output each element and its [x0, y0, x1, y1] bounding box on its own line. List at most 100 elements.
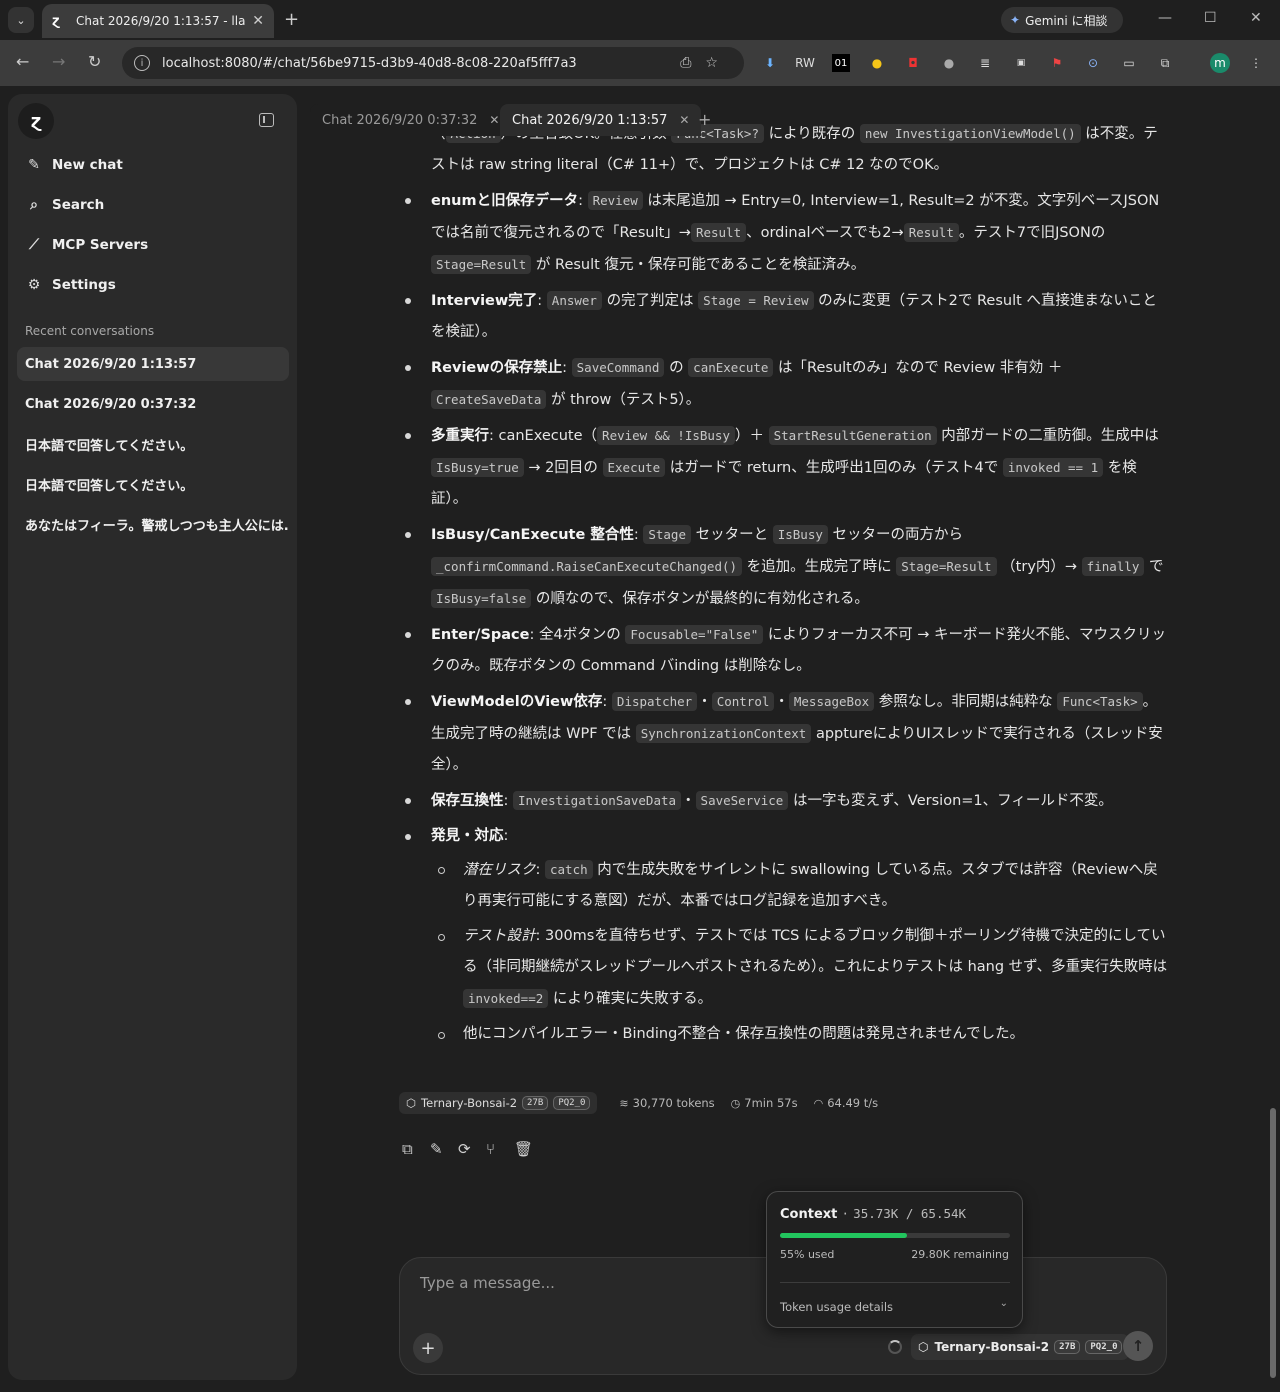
context-remaining: 29.80K remaining [911, 1248, 1009, 1261]
context-used: 55% used [780, 1248, 835, 1261]
profile-avatar[interactable]: m [1210, 53, 1230, 73]
extensions-puzzle-icon[interactable]: ⧉ [1156, 54, 1174, 72]
nav-label: MCP Servers [52, 237, 149, 253]
browser-menu-icon[interactable]: ⋮ [1247, 54, 1265, 72]
list-item: Interview完了: Answer の完了判定は Stage = Revie… [400, 285, 1170, 348]
reload-icon[interactable]: ↻ [88, 52, 101, 71]
token-count-text: 30,770 tokens [632, 1096, 715, 1110]
close-icon[interactable]: ✕ [489, 113, 499, 127]
gemini-icon: ✦ [1010, 13, 1021, 27]
edit-icon[interactable]: ✎ [430, 1140, 458, 1158]
nav-label: New chat [52, 157, 123, 173]
browser-tab[interactable]: ɀ Chat 2026/9/20 1:13:57 - llama- ✕ [42, 4, 274, 38]
sidebar-item-settings[interactable]: ⚙ Settings [26, 274, 116, 296]
chevron-down-icon[interactable]: ⌄ [1000, 1298, 1008, 1309]
divider [780, 1282, 1010, 1283]
send-button[interactable]: ↑ [1123, 1331, 1153, 1361]
app-logo-icon[interactable]: ɀ [18, 103, 54, 139]
gemini-label: Gemini に相談 [1025, 13, 1108, 28]
sidebar-collapse-icon[interactable] [259, 113, 274, 127]
extension-pocket-icon[interactable]: ◘ [904, 54, 922, 72]
close-tab-icon[interactable]: ✕ [252, 13, 264, 29]
conversation-item[interactable]: 日本語で回答してください。 [17, 467, 289, 501]
message-actions: ⧉ ✎ ⟳ ⑂ 🗑 [402, 1140, 542, 1158]
forward-icon[interactable]: → [52, 52, 65, 71]
minimize-icon[interactable]: — [1158, 10, 1172, 26]
list-item: Enter/Space: 全4ボタンの Focusable="False" によ… [400, 619, 1170, 682]
extension-chat-icon[interactable]: ▭ [1120, 54, 1138, 72]
model-selector[interactable]: ⬡ Ternary-Bonsai-2 27B PQ2_0 [911, 1334, 1130, 1360]
context-usage-popup: Context · 35.73K / 65.54K 55% used 29.80… [766, 1191, 1023, 1328]
message-stats: ⬡ Ternary-Bonsai-2 27B PQ2_0 ≋ 30,770 tokens… [399, 1092, 894, 1114]
close-icon[interactable]: ✕ [679, 113, 689, 127]
list-item: テスト設計: 300msを直待ちせず、テストでは TCS によるブロック制御＋ポ… [431, 921, 1170, 1015]
nav-label: Settings [52, 277, 116, 293]
assistant-message: （Action）の型合致OK。任意引数 Func<Task>? により既存の n… [400, 118, 1170, 1054]
branch-icon[interactable]: ⑂ [486, 1140, 514, 1158]
add-tab-icon[interactable]: + [698, 110, 711, 129]
bookmark-star-icon[interactable]: ⎙☆ [680, 55, 732, 71]
new-tab-icon[interactable]: + [284, 9, 299, 30]
list-item: ViewModelのView依存: Dispatcher ・ Control ・ Mes… [400, 686, 1170, 781]
list-item: Reviewの保存禁止: SaveCommand の canExecute は「… [400, 352, 1170, 416]
tab-chat-0113[interactable]: Chat 2026/9/20 1:13:57 ✕ [500, 104, 702, 136]
recent-conversations-heading: Recent conversations [25, 324, 155, 338]
conversation-item[interactable]: Chat 2026/9/20 1:13:57 [17, 347, 289, 381]
edit-icon: ✎ [28, 157, 40, 173]
extension-stack-icon[interactable]: ≣ [976, 54, 994, 72]
token-usage-details[interactable]: Token usage details [780, 1300, 893, 1314]
model-chip[interactable]: ⬡ Ternary-Bonsai-2 27B PQ2_0 [399, 1092, 598, 1114]
extension-download-icon[interactable]: ⬇ [761, 54, 779, 72]
list-item: 他にコンパイルエラー・Binding不整合・保存互換性の問題は発見されませんでし… [431, 1019, 1170, 1050]
back-icon[interactable]: ← [16, 52, 29, 71]
sub-list: 潜在リスク: catch 内で生成失敗をサイレントに swallowing して… [431, 854, 1170, 1050]
sidebar-item-mcp-servers[interactable]: ⟋ MCP Servers [26, 234, 148, 256]
mcp-icon: ⟋ [29, 237, 39, 253]
list-item: 保存互換性: InvestigationSaveData ・ SaveService… [400, 785, 1170, 817]
copy-icon[interactable]: ⧉ [402, 1140, 430, 1158]
list-item: 発見・対応: 潜在リスク: catch 内で生成失敗をサイレントに swallo… [400, 821, 1170, 1050]
scrollbar[interactable] [1270, 1108, 1276, 1378]
browser-tab-title: Chat 2026/9/20 1:13:57 - llama- [76, 14, 246, 28]
regenerate-icon[interactable]: ⟳ [458, 1140, 486, 1158]
sidebar: ɀ ✎ New chat ⌕ Search ⟋ MCP Servers ⚙ Settin… [8, 94, 297, 1380]
clock-icon: ◷ [730, 1096, 741, 1110]
extension-lock-icon[interactable]: ⊙ [1084, 54, 1102, 72]
extension-bulb-icon[interactable]: ● [868, 54, 886, 72]
generation-time: ◷ 7min 57s [731, 1096, 798, 1110]
extension-01-icon[interactable]: 01 [832, 54, 850, 72]
maximize-icon[interactable]: ☐ [1204, 10, 1217, 26]
window-close-icon[interactable]: ✕ [1250, 10, 1262, 26]
conversation-item[interactable]: あなたはフィーラ。警戒しつつも主人公には... [17, 507, 289, 541]
gemini-button[interactable]: ✦ Gemini に相談 [1001, 7, 1123, 33]
extension-circle-icon[interactable]: ● [940, 54, 958, 72]
tab-search-icon[interactable]: ⌄ [8, 7, 34, 33]
quant-badge: PQ2_0 [1085, 1340, 1123, 1354]
attach-button[interactable]: + [413, 1333, 443, 1363]
bullet-list: enumと旧保存データ: Review は末尾追加 → Entry=0, Int… [400, 185, 1170, 1050]
url-text: localhost:8080/#/chat/56be9715-d3b9-40d8… [162, 55, 577, 71]
tokens-per-second: ◠ 64.49 t/s [814, 1096, 879, 1110]
conversation-item[interactable]: Chat 2026/9/20 0:37:32 [17, 387, 289, 421]
message-input[interactable]: Type a message... [420, 1274, 555, 1292]
nav-label: Search [52, 197, 105, 213]
site-info-icon[interactable]: i [134, 55, 150, 71]
model-name: Ternary-Bonsai-2 [421, 1096, 518, 1110]
sidebar-item-search[interactable]: ⌕ Search [26, 194, 104, 216]
address-bar[interactable]: i localhost:8080/#/chat/56be9715-d3b9-40… [122, 47, 744, 79]
token-count: ≋ 30,770 tokens [619, 1096, 714, 1110]
model-name: Ternary-Bonsai-2 [934, 1340, 1050, 1354]
speed-text: 64.49 t/s [827, 1096, 879, 1110]
extension-new-icon[interactable]: ▣ [1012, 54, 1030, 72]
gear-icon: ⚙ [27, 277, 41, 293]
gauge-icon: ◠ [813, 1096, 824, 1110]
extension-alert-icon[interactable]: ⚑ [1048, 54, 1066, 72]
model-size-badge: 27B [522, 1096, 549, 1110]
conversation-item[interactable]: 日本語で回答してください。 [17, 427, 289, 461]
delete-icon[interactable]: 🗑 [514, 1140, 542, 1158]
context-value: 35.73K / 65.54K [853, 1206, 967, 1221]
sidebar-item-new-chat[interactable]: ✎ New chat [26, 154, 123, 176]
tokens-icon: ≋ [619, 1096, 629, 1110]
tab-chat-0037[interactable]: Chat 2026/9/20 0:37:32 ✕ [310, 104, 512, 136]
extension-rw-icon[interactable]: RW [795, 54, 815, 72]
